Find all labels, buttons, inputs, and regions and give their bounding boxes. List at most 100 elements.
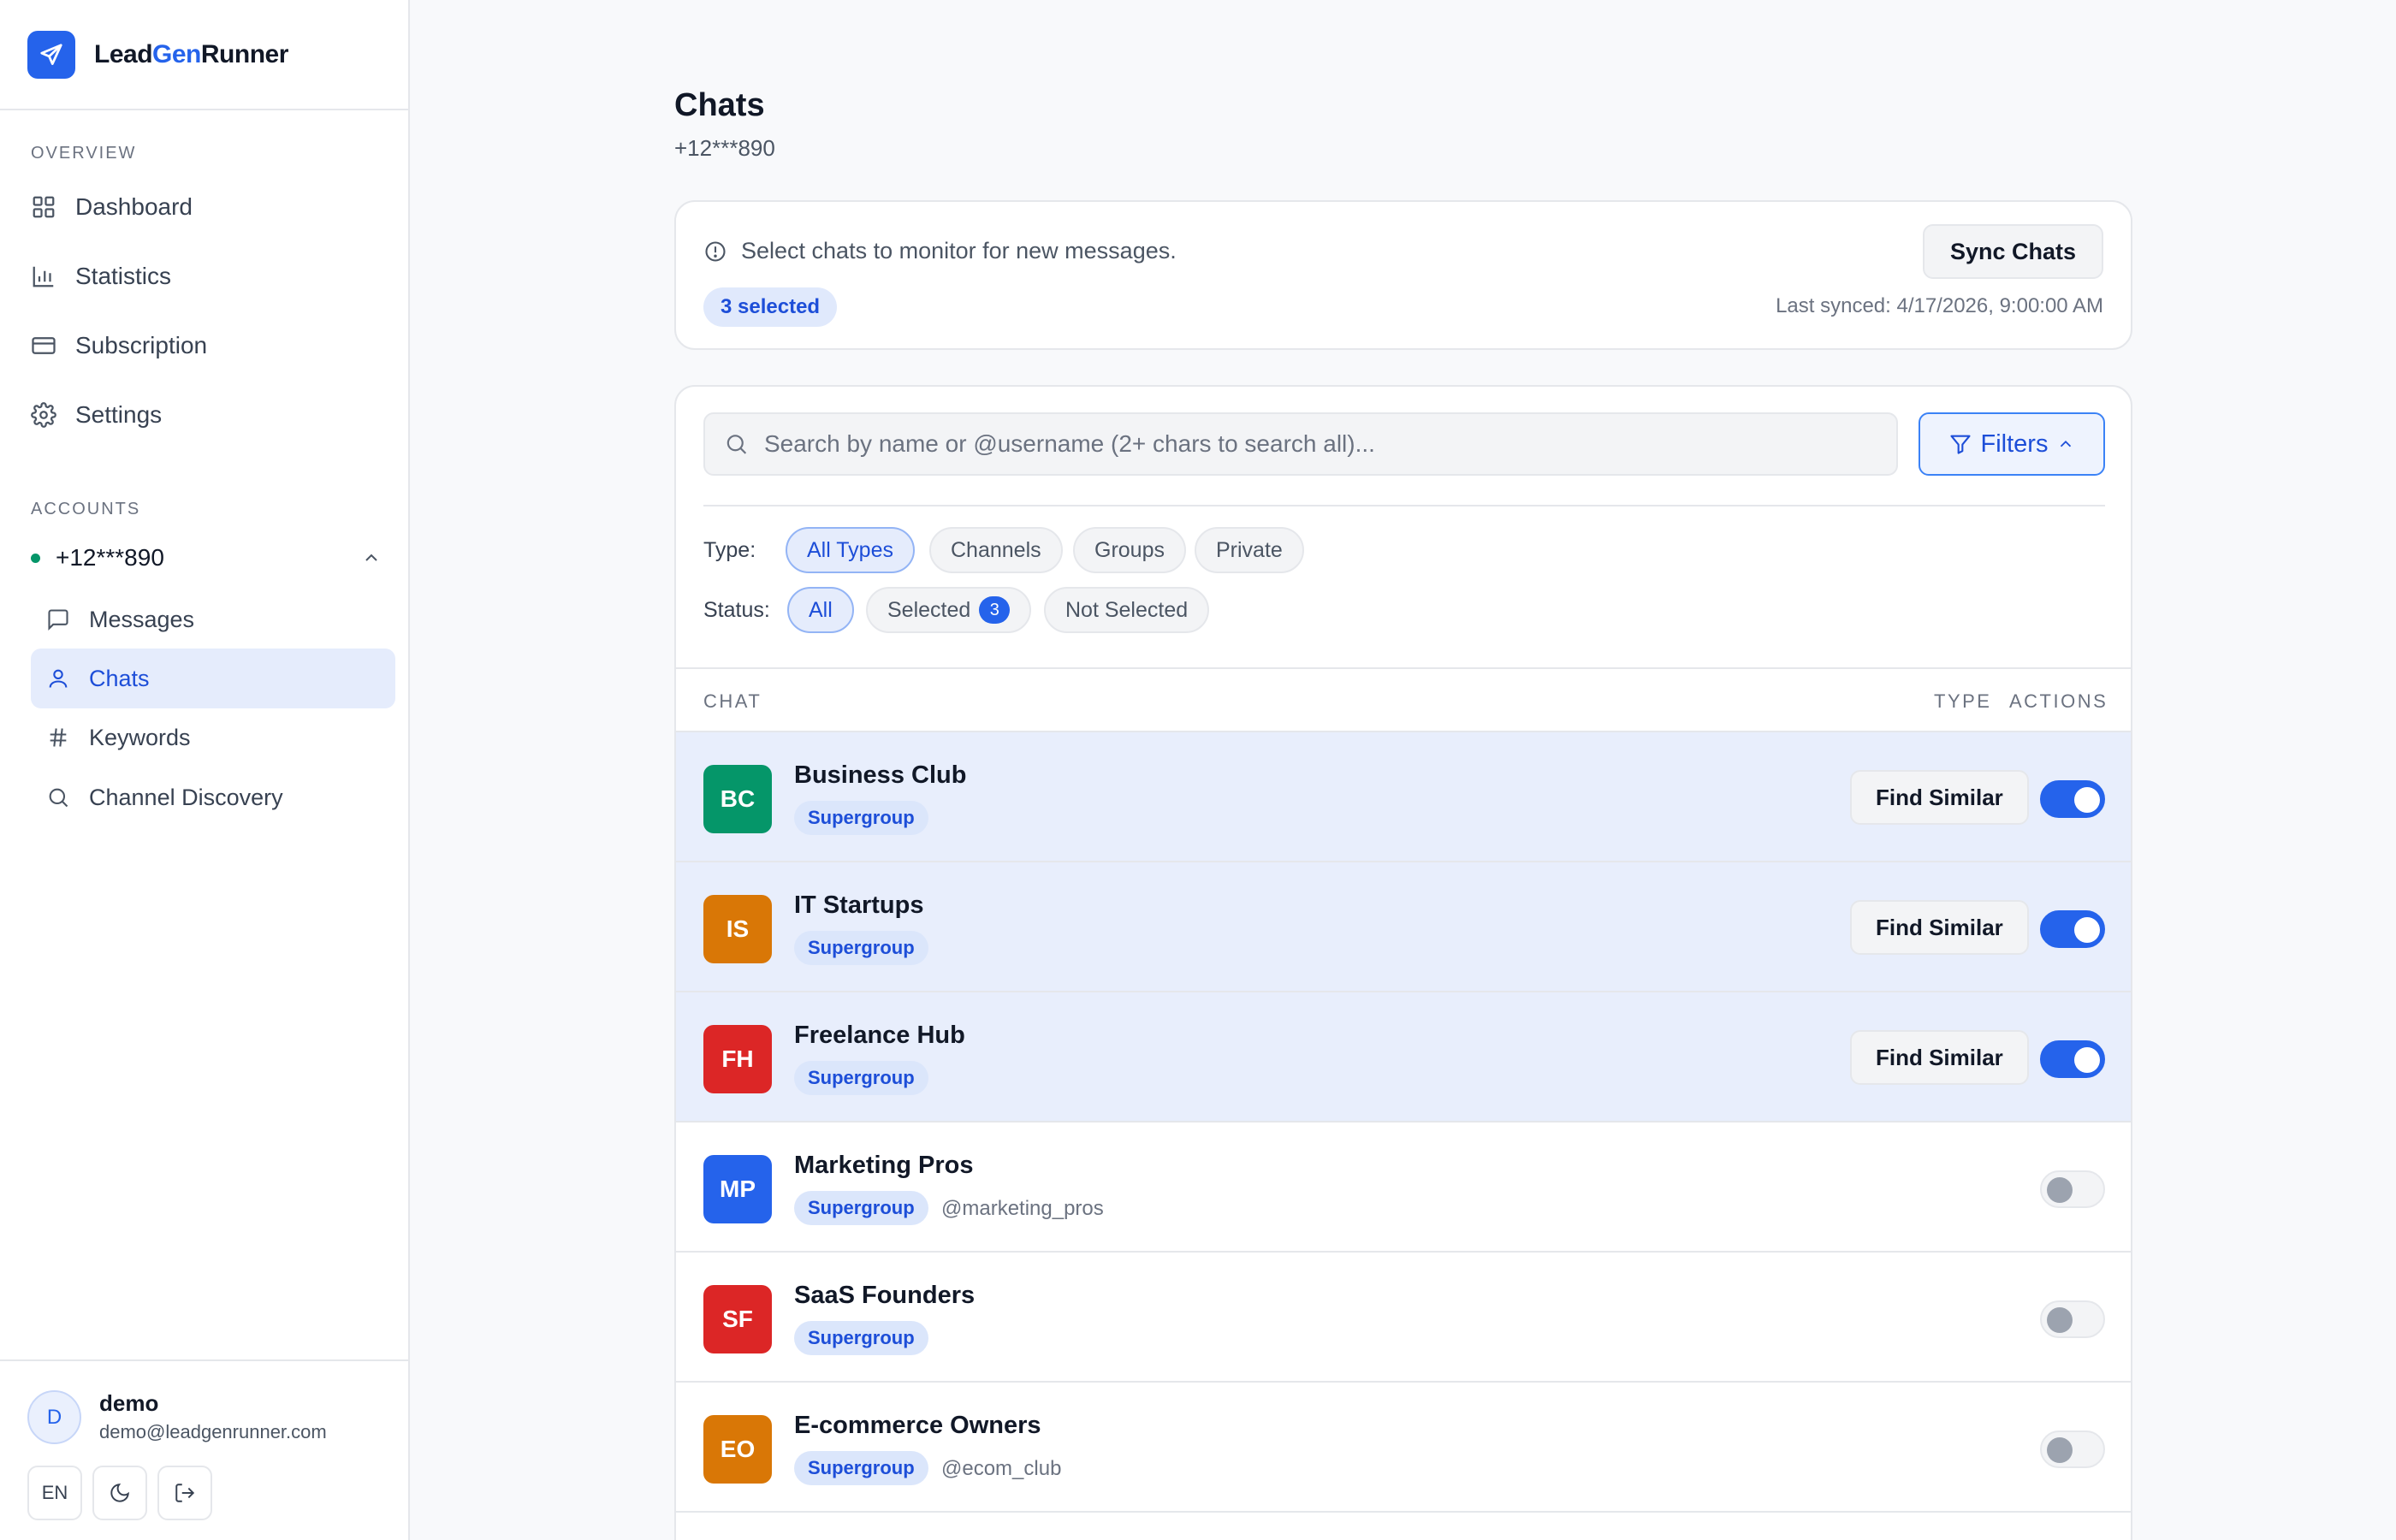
nav-label: Settings [75, 401, 163, 428]
filter-status-selected[interactable]: Selected 3 [866, 587, 1032, 633]
logo[interactable]: LeadGenRunner [0, 0, 408, 110]
sidebar-item-chats[interactable]: Chats [31, 649, 395, 708]
paper-plane-icon [27, 30, 75, 79]
user-icon [49, 669, 68, 688]
nav-subscription[interactable]: Subscription [31, 332, 207, 359]
monitor-toggle[interactable] [2040, 1040, 2105, 1078]
chat-avatar: MP [703, 1155, 772, 1223]
monitor-toggle[interactable] [2040, 910, 2105, 948]
filter-type-channels[interactable]: Channels [929, 527, 1063, 573]
bar-chart-icon [33, 266, 54, 287]
filters-label: Filters [1980, 429, 2049, 458]
table-row[interactable]: IS IT Startups Supergroup Find Similar [676, 862, 2131, 992]
chat-avatar: IS [703, 895, 772, 963]
chat-type-badge: Supergroup [794, 1061, 928, 1095]
monitor-toggle[interactable] [2040, 1300, 2105, 1338]
accounts-label: ACCOUNTS [31, 500, 141, 518]
page-subtitle: +12***890 [674, 135, 775, 161]
credit-card-icon [32, 337, 56, 354]
account-phone: +12***890 [56, 544, 164, 571]
message-icon [48, 609, 68, 631]
chat-avatar: EO [703, 1415, 772, 1484]
nav-label: Statistics [75, 263, 172, 289]
sidebar-item-label: Channel Discovery [89, 784, 283, 810]
nav-label: Dashboard [75, 193, 193, 220]
find-similar-button[interactable]: Find Similar [1850, 1030, 2029, 1085]
table-row[interactable]: BC Business Club Supergroup Find Similar [676, 732, 2131, 862]
type-filter-label: Type: [703, 538, 756, 562]
gear-icon [31, 402, 56, 428]
chevron-up-icon [2061, 440, 2072, 447]
theme-toggle-button[interactable] [92, 1466, 147, 1520]
chat-type-badge: Supergroup [794, 1321, 928, 1355]
logout-icon [175, 1484, 195, 1502]
filter-type-all[interactable]: All Types [786, 527, 915, 573]
column-actions: ACTIONS [2009, 690, 2108, 712]
column-chat: CHAT [703, 690, 762, 712]
avatar[interactable]: D [27, 1390, 81, 1444]
monitor-toggle[interactable] [2040, 1430, 2105, 1468]
chat-type-badge: Supergroup [794, 931, 928, 965]
table-row[interactable]: MP Marketing Pros Supergroup @marketing_pro… [676, 1122, 2131, 1253]
logout-button[interactable] [157, 1466, 212, 1520]
find-similar-button[interactable]: Find Similar [1850, 900, 2029, 955]
sidebar-item-label: Keywords [89, 724, 191, 750]
sidebar-item-messages[interactable]: Messages [31, 589, 395, 649]
toggle-knob [2074, 787, 2100, 813]
table-row[interactable]: EO E-commerce Owners Supergroup @ecom_club [676, 1383, 2131, 1513]
filter-status-not-selected[interactable]: Not Selected [1044, 587, 1210, 633]
chats-card: Filters Type: All Types Channels Groups … [674, 385, 2132, 1540]
filter-type-private[interactable]: Private [1195, 527, 1304, 573]
user-name: demo [99, 1390, 159, 1416]
filter-type-groups[interactable]: Groups [1073, 527, 1186, 573]
filters-button[interactable]: Filters [1919, 412, 2105, 476]
monitor-toggle[interactable] [2040, 1170, 2105, 1208]
chat-name: E-commerce Owners [794, 1412, 1041, 1439]
account-toggle[interactable]: +12***890 [31, 544, 382, 572]
language-button[interactable]: EN [27, 1466, 82, 1520]
sidebar-item-label: Chats [89, 665, 150, 691]
search-icon [727, 435, 747, 454]
status-filter-label: Status: [703, 598, 770, 622]
divider [703, 505, 2105, 506]
chat-avatar: SF [703, 1285, 772, 1353]
chevron-up-icon [365, 554, 377, 561]
table-row[interactable]: FH Freelance Hub Supergroup Find Similar [676, 992, 2131, 1122]
moon-icon [110, 1484, 129, 1502]
table-row[interactable]: SF SaaS Founders Supergroup [676, 1253, 2131, 1383]
find-similar-button[interactable]: Find Similar [1850, 770, 2029, 825]
chat-username: @ecom_club [941, 1457, 1062, 1480]
toggle-knob [2047, 1177, 2073, 1203]
chat-username: @marketing_pros [941, 1197, 1104, 1220]
sync-info-text: Select chats to monitor for new messages… [741, 238, 1177, 264]
toggle-knob [2074, 1047, 2100, 1073]
overview-label: OVERVIEW [31, 144, 137, 163]
sync-info: Select chats to monitor for new messages… [703, 238, 1177, 264]
search-input[interactable] [763, 430, 1896, 458]
chat-type-badge: Supergroup [794, 1191, 928, 1225]
chat-avatar: BC [703, 765, 772, 833]
filter-status-all[interactable]: All [787, 587, 854, 633]
chat-name: Business Club [794, 761, 967, 789]
filter-icon [1949, 435, 1971, 454]
page-title: Chats [674, 87, 765, 123]
nav-dashboard[interactable]: Dashboard [31, 193, 193, 221]
nav-settings[interactable]: Settings [31, 401, 162, 429]
toggle-knob [2074, 917, 2100, 943]
table-header: CHAT TYPE ACTIONS [676, 667, 2131, 732]
sync-chats-button[interactable]: Sync Chats [1922, 224, 2103, 279]
monitor-toggle[interactable] [2040, 780, 2105, 818]
sidebar: LeadGenRunner OVERVIEW Dashboard Statist… [0, 0, 410, 1540]
column-type: TYPE [1934, 690, 1992, 712]
sync-card: Select chats to monitor for new messages… [674, 200, 2132, 350]
sidebar-item-channel-discovery[interactable]: Channel Discovery [31, 767, 395, 827]
info-circle-icon [705, 240, 726, 262]
sidebar-item-keywords[interactable]: Keywords [31, 708, 395, 767]
toggle-knob [2047, 1437, 2073, 1463]
last-synced: Last synced: 4/17/2026, 9:00:00 AM [1776, 294, 2103, 317]
nav-statistics[interactable]: Statistics [31, 263, 171, 290]
online-status-dot [31, 553, 40, 563]
user-email: demo@leadgenrunner.com [99, 1421, 327, 1442]
search-box[interactable] [703, 412, 1898, 476]
chat-name: Marketing Pros [794, 1152, 974, 1179]
